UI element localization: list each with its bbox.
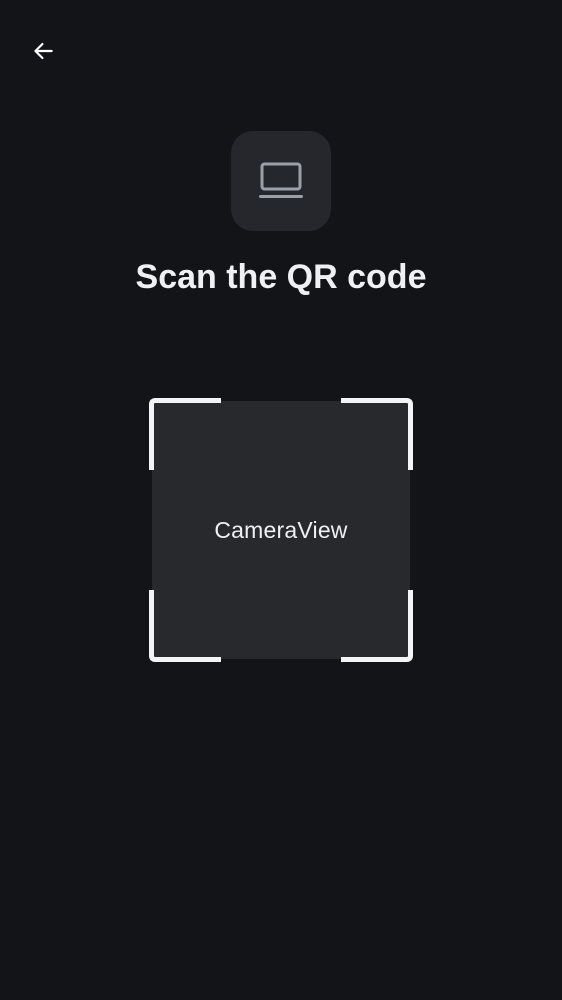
scan-frame-corner-top-right	[341, 398, 413, 470]
camera-view-label: CameraView	[214, 516, 348, 543]
back-button[interactable]	[24, 32, 62, 70]
device-tile	[231, 131, 331, 231]
scan-frame-corner-bottom-right	[341, 590, 413, 662]
arrow-left-icon	[34, 42, 53, 60]
laptop-icon	[259, 162, 303, 198]
page-title: Scan the QR code	[135, 258, 427, 296]
scan-frame-corner-top-left	[149, 398, 221, 470]
qr-scanner: CameraView	[149, 398, 413, 662]
scan-frame-corner-bottom-left	[149, 590, 221, 662]
qr-scan-screen: Scan the QR code CameraView	[0, 0, 562, 1000]
